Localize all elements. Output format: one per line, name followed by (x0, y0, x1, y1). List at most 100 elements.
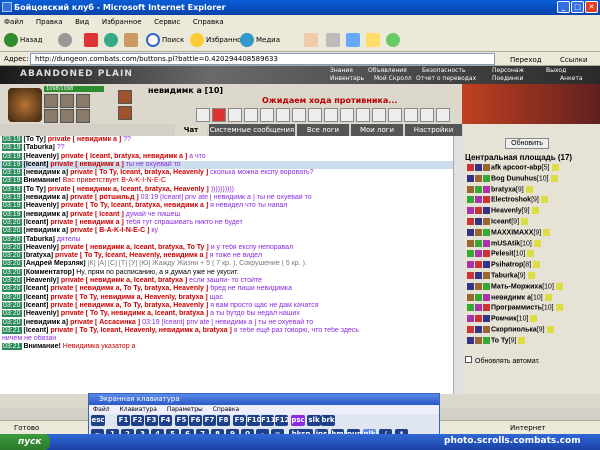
key-F2[interactable]: F2 (131, 415, 144, 426)
equip-slot[interactable] (76, 94, 90, 108)
info-icon[interactable] (531, 207, 539, 215)
chat-timestamp[interactable]: 03:20 (2, 310, 22, 318)
player-name[interactable]: Программисть (491, 305, 542, 312)
private-recipients[interactable]: невидимк а, Iceant, bratyxa, Heavenly (75, 186, 206, 193)
info-icon[interactable] (527, 272, 535, 279)
info-icon[interactable] (525, 185, 533, 193)
action-button[interactable] (196, 108, 210, 122)
player-name[interactable]: To Ty (491, 337, 509, 344)
chat-timestamp[interactable]: 03:19 (2, 210, 22, 218)
player-name[interactable]: Bog Dunuhus (491, 175, 537, 182)
messenger-button[interactable] (386, 31, 402, 49)
key-F10[interactable]: F10 (247, 415, 262, 426)
links-button[interactable]: Ссылки (560, 53, 588, 67)
private-recipients[interactable]: To Ty, Iceant, Heavenly, невидимк а (82, 252, 205, 259)
mail-button[interactable] (304, 31, 320, 49)
chat-timestamp[interactable]: 03:19 (2, 177, 22, 185)
chat-timestamp[interactable]: 03:19 (2, 152, 22, 160)
info-icon[interactable] (555, 304, 563, 312)
info-icon[interactable] (518, 336, 526, 344)
player-row[interactable]: Программисть[10] (467, 304, 564, 314)
action-button[interactable] (292, 108, 306, 122)
chat-author[interactable]: [невидимк а] (23, 194, 68, 201)
nav-exit[interactable]: Выход (546, 67, 566, 74)
home-button[interactable] (124, 31, 140, 49)
chat-timestamp[interactable]: 03:20 (2, 218, 22, 226)
minimize-button[interactable]: _ (557, 1, 570, 13)
chat-author[interactable]: [невидимк а] (23, 169, 68, 176)
chat-timestamp[interactable]: 03:20 (2, 227, 22, 235)
equip-slot[interactable] (60, 94, 74, 108)
chat-author[interactable]: [To Ty] (23, 186, 45, 193)
chat-timestamp[interactable]: 03:19 (2, 136, 22, 143)
chat-timestamp[interactable]: 03:19 (2, 160, 22, 168)
auto-update-toggle[interactable]: Обновлять автомат. (465, 356, 540, 365)
key-F4[interactable]: F4 (159, 415, 172, 426)
nav-inventory[interactable]: Инвентарь (330, 75, 364, 82)
key-slk[interactable]: slk (307, 415, 321, 426)
info-icon[interactable] (533, 261, 541, 269)
key-F1[interactable]: F1 (117, 415, 130, 426)
info-icon[interactable] (530, 315, 538, 323)
chat-timestamp[interactable]: 03:20 (2, 277, 22, 285)
chat-author[interactable]: [Heavenly] (23, 202, 58, 209)
player-name[interactable]: невидимк а (491, 294, 531, 301)
chat-author[interactable]: [Iceant] (23, 327, 48, 334)
info-icon[interactable] (521, 218, 529, 225)
menu-view[interactable]: Вид (75, 18, 89, 26)
chat-timestamp[interactable]: 03:19 (2, 194, 22, 202)
chat-author[interactable]: [Комментатор] (23, 269, 74, 276)
nav-duels[interactable]: Поединки (492, 75, 523, 82)
key-F9[interactable]: F9 (233, 415, 246, 426)
player-name[interactable]: mUSAtik (491, 240, 520, 247)
action-button[interactable] (244, 108, 258, 122)
action-button[interactable] (276, 108, 290, 122)
chat-author[interactable]: [Taburka] (23, 236, 54, 243)
player-name[interactable]: Мать-Моржиха (491, 283, 542, 290)
player-row[interactable]: Electroshok[9] (467, 196, 549, 206)
chat-author[interactable]: [Iceant] (23, 161, 48, 168)
menu-tools[interactable]: Сервис (154, 18, 180, 26)
key-psc[interactable]: psc (291, 415, 305, 426)
chat-author[interactable]: [To Ty] (23, 136, 45, 143)
back-button[interactable]: Назад (4, 31, 42, 49)
chat-timestamp[interactable]: 03:19 (2, 169, 22, 177)
action-button[interactable] (260, 108, 274, 122)
action-button[interactable] (372, 108, 386, 122)
player-row[interactable]: To Ty[9] (467, 336, 526, 347)
player-row[interactable]: MAXXIMAXX[9] (467, 228, 551, 239)
equip-slot[interactable] (118, 106, 132, 120)
chat-timestamp[interactable]: 03:20 (2, 243, 22, 251)
player-name[interactable]: Pelesit (491, 251, 514, 258)
player-name[interactable]: Taburka (491, 272, 518, 279)
action-button[interactable] (212, 108, 226, 122)
chat-timestamp[interactable]: 03:20 (2, 260, 22, 268)
tab-settings[interactable]: Настройки (405, 124, 462, 136)
chat-timestamp[interactable]: 03:19 (2, 144, 22, 152)
tab-my-logs[interactable]: Мои логи (351, 124, 403, 136)
chat-timestamp[interactable]: 03:20 (2, 318, 22, 326)
player-row[interactable]: mUSAtik[10] (467, 239, 542, 250)
tab-system-messages[interactable]: Системные сообщения (209, 124, 295, 136)
key-F12[interactable]: F12 (275, 415, 290, 426)
refresh-button[interactable] (104, 31, 120, 49)
chat-timestamp[interactable]: 03:19 (2, 202, 22, 210)
player-name[interactable]: Скорпиолька (491, 326, 537, 333)
key-brk[interactable]: brk (321, 415, 335, 426)
info-icon[interactable] (544, 293, 552, 301)
player-name[interactable]: Ромчик (491, 316, 517, 323)
chat-scrollbar[interactable] (453, 136, 463, 394)
info-icon[interactable] (543, 228, 551, 236)
chat-timestamp[interactable]: 03:21 (2, 326, 22, 334)
chat-author[interactable]: [невидимк а] (23, 227, 68, 234)
stop-button[interactable] (84, 31, 100, 49)
action-button[interactable] (388, 108, 402, 122)
nav-knowledge[interactable]: Знания (330, 67, 353, 74)
player-row[interactable]: Скорпиолька[9] (467, 326, 555, 336)
action-button[interactable] (420, 108, 434, 122)
player-row[interactable]: Мать-Моржиха[10] (467, 282, 564, 293)
private-recipients[interactable]: To Ty, Iceant, bratyxa, невидимк а (88, 202, 206, 209)
player-name[interactable]: MAXXIMAXX (491, 229, 533, 236)
info-icon[interactable] (546, 326, 554, 333)
nav-announcements[interactable]: Объявления (368, 67, 407, 74)
